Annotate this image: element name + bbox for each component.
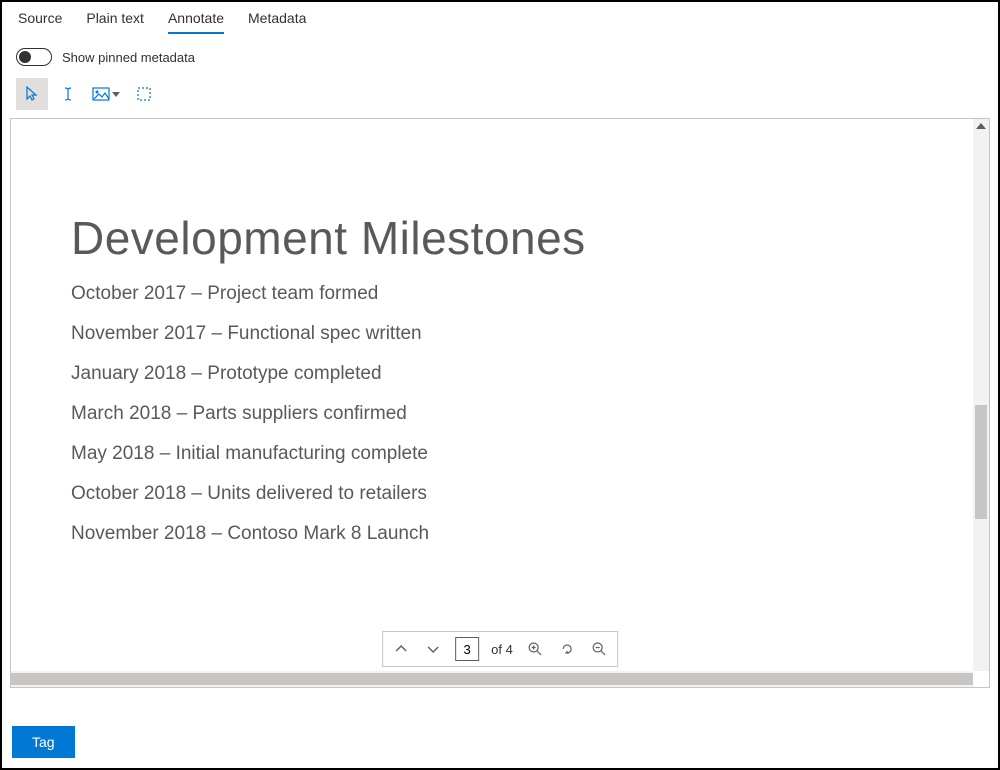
- chevron-down-icon: [112, 92, 120, 97]
- rotate-icon: [559, 641, 575, 657]
- triangle-up-icon: [976, 123, 986, 129]
- page-navigator: of 4: [382, 631, 618, 667]
- tab-metadata[interactable]: Metadata: [248, 10, 306, 34]
- scrollbar-thumb[interactable]: [11, 673, 973, 685]
- zoom-in-button[interactable]: [525, 639, 545, 659]
- page-total-label: of 4: [491, 642, 513, 657]
- document-content: Development Milestones October 2017 – Pr…: [11, 119, 989, 583]
- region-tool-button[interactable]: [128, 78, 160, 110]
- annotation-toolbar: [2, 74, 998, 118]
- toggle-row: Show pinned metadata: [2, 34, 998, 74]
- zoom-out-button[interactable]: [589, 639, 609, 659]
- document-title: Development Milestones: [71, 211, 929, 265]
- milestone-item: November 2018 – Contoso Mark 8 Launch: [71, 523, 929, 545]
- tab-bar: Source Plain text Annotate Metadata: [2, 2, 998, 34]
- current-page-input[interactable]: [455, 637, 479, 661]
- image-tool-dropdown[interactable]: [88, 86, 124, 102]
- milestone-item: March 2018 – Parts suppliers confirmed: [71, 403, 929, 425]
- toggle-knob: [19, 51, 31, 63]
- chevron-up-icon: [394, 642, 408, 656]
- region-select-icon: [136, 86, 152, 102]
- select-tool-button[interactable]: [16, 78, 48, 110]
- image-icon: [92, 86, 110, 102]
- text-tool-button[interactable]: [52, 78, 84, 110]
- zoom-in-icon: [527, 641, 543, 657]
- zoom-out-icon: [591, 641, 607, 657]
- milestone-item: October 2017 – Project team formed: [71, 283, 929, 305]
- previous-page-button[interactable]: [391, 639, 411, 659]
- milestone-item: May 2018 – Initial manufacturing complet…: [71, 443, 929, 465]
- toggle-label: Show pinned metadata: [62, 50, 195, 65]
- milestone-item: October 2018 – Units delivered to retail…: [71, 483, 929, 505]
- tab-plain-text[interactable]: Plain text: [86, 10, 144, 34]
- text-cursor-icon: [60, 86, 76, 102]
- next-page-button[interactable]: [423, 639, 443, 659]
- tab-source[interactable]: Source: [18, 10, 62, 34]
- scroll-up-button[interactable]: [973, 119, 989, 133]
- cursor-icon: [24, 86, 40, 102]
- tab-annotate[interactable]: Annotate: [168, 10, 224, 34]
- show-pinned-metadata-toggle[interactable]: [16, 48, 52, 66]
- tag-button[interactable]: Tag: [12, 726, 75, 758]
- document-viewer: Development Milestones October 2017 – Pr…: [10, 118, 990, 688]
- scrollbar-thumb[interactable]: [975, 405, 987, 519]
- rotate-button[interactable]: [557, 639, 577, 659]
- milestone-item: January 2018 – Prototype completed: [71, 363, 929, 385]
- milestone-item: November 2017 – Functional spec written: [71, 323, 929, 345]
- chevron-down-icon: [426, 642, 440, 656]
- vertical-scrollbar[interactable]: [973, 119, 989, 671]
- horizontal-scrollbar[interactable]: [11, 671, 973, 687]
